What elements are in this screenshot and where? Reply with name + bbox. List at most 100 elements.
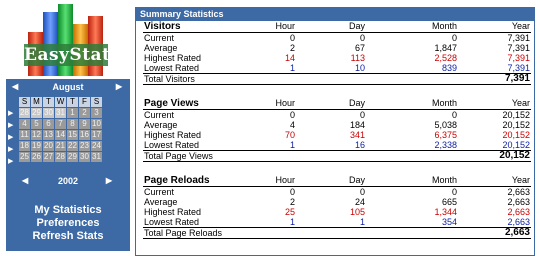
total-row: Total Page Views 20,152 [143,150,531,162]
week-select-arrow-icon[interactable]: ▶ [8,108,16,120]
section-header-row: Visitors Hour Day Month Year [143,21,531,33]
calendar-day[interactable]: 6 [42,118,55,130]
calendar-day[interactable]: 15 [66,129,79,141]
calendar-year-header: ◀ 2002 ▶ [6,176,130,187]
calendar-day[interactable]: 1 [66,107,79,119]
page-views-section: Page Views Hour Day Month Year Current 0… [143,98,531,171]
table-row: Highest Rated 25 105 1,344 2,663 [143,207,531,217]
calendar-day[interactable]: 14 [54,129,67,141]
calendar-day[interactable]: 11 [18,129,31,141]
weekday-label: W [54,96,67,108]
my-statistics-link[interactable]: My Statistics [6,204,130,217]
calendar-day[interactable]: 21 [54,140,67,152]
year-value: 20,152 [502,110,530,120]
column-header-day: Day [348,175,365,185]
hour-value: 1 [289,217,295,227]
calendar-day[interactable]: 5 [30,118,43,130]
calendar-day[interactable]: 20 [42,140,55,152]
column-header-year: Year [511,98,530,108]
day-value: 113 [350,53,365,63]
month-value: 839 [441,63,457,73]
section-title: Page Views [144,98,199,109]
calendar-day[interactable]: 22 [66,140,79,152]
total-row: Total Page Reloads 2,663 [143,227,531,239]
calendar-day[interactable]: 27 [42,151,55,163]
panel-title: Summary Statistics [136,8,534,21]
table-row: Highest Rated 14 113 2,528 7,391 [143,53,531,63]
column-header-day: Day [348,21,365,31]
calendar-day[interactable]: 25 [18,151,31,163]
total-label: Total Page Views [144,151,213,161]
table-row: Lowest Rated 1 1 354 2,663 [143,217,531,227]
calendar-day[interactable]: 28 [18,107,31,119]
calendar-day[interactable]: 30 [42,107,55,119]
calendar-day[interactable]: 29 [66,151,79,163]
hour-value: 4 [289,120,295,130]
week-select-arrow-icon[interactable]: ▶ [8,144,16,156]
week-select-arrow-icon[interactable]: ▶ [8,132,16,144]
calendar-day[interactable]: 26 [30,151,43,163]
section-title: Page Reloads [144,175,210,186]
table-row: Average 4 184 5,038 20,152 [143,120,531,130]
row-label: Lowest Rated [144,217,200,227]
year-value: 2,663 [507,197,530,207]
calendar-day[interactable]: 18 [18,140,31,152]
table-row: Current 0 0 0 7,391 [143,33,531,43]
calendar-week-row: 4 5 6 7 8 9 10 [18,118,103,130]
calendar-day[interactable]: 31 [90,151,103,163]
row-label: Average [144,120,178,130]
calendar-day[interactable]: 19 [30,140,43,152]
month-value: 5,038 [434,120,457,130]
column-header-month: Month [431,98,457,108]
day-value: 0 [359,110,365,120]
table-row: Lowest Rated 1 10 839 7,391 [143,63,531,73]
row-label: Current [144,33,175,43]
week-select-arrow-icon[interactable]: ▶ [8,156,16,168]
hour-value: 1 [289,63,295,73]
calendar-day[interactable]: 17 [90,129,103,141]
total-value: 20,152 [499,150,530,161]
month-value: 0 [451,110,457,120]
next-year-arrow-icon[interactable]: ▶ [106,176,112,185]
calendar-grid: S M T W T F S 28 29 30 31 1 2 3 4 5 6 7 … [18,96,103,163]
calendar-day[interactable]: 12 [30,129,43,141]
month-value: 1,344 [434,207,457,217]
year-value: 7,391 [507,43,530,53]
preferences-link[interactable]: Preferences [6,217,130,230]
month-value: 665 [441,197,457,207]
week-select-arrow-icon[interactable]: ▶ [8,120,16,132]
column-header-hour: Hour [275,21,295,31]
calendar-week-row: 28 29 30 31 1 2 3 [18,107,103,119]
hour-value: 2 [289,43,295,53]
weekday-label: S [18,96,31,108]
calendar-day[interactable]: 23 [78,140,91,152]
calendar-day[interactable]: 10 [90,118,103,130]
table-row: Current 0 0 0 20,152 [143,110,531,120]
calendar-day[interactable]: 8 [66,118,79,130]
month-value: 1,847 [434,43,457,53]
visitors-section: Visitors Hour Day Month Year Current 0 0… [143,21,531,94]
month-value: 2,528 [434,53,457,63]
row-label: Highest Rated [144,130,202,140]
easystat-logo: EasyStat [24,2,110,78]
calendar-day[interactable]: 31 [54,107,67,119]
calendar-day[interactable]: 28 [54,151,67,163]
calendar-day[interactable]: 24 [90,140,103,152]
calendar-day[interactable]: 29 [30,107,43,119]
calendar-day[interactable]: 7 [54,118,67,130]
calendar-day[interactable]: 13 [42,129,55,141]
calendar-day[interactable]: 9 [78,118,91,130]
year-value: 20,152 [502,140,530,150]
calendar-day[interactable]: 30 [78,151,91,163]
calendar-day[interactable]: 16 [78,129,91,141]
table-row: Lowest Rated 1 16 2,338 20,152 [143,140,531,150]
column-header-year: Year [511,21,530,31]
next-month-arrow-icon[interactable]: ▶ [116,82,122,91]
calendar-day[interactable]: 3 [90,107,103,119]
calendar-day[interactable]: 4 [18,118,31,130]
day-value: 341 [349,130,365,140]
day-value: 0 [359,33,365,43]
section-title: Visitors [144,21,181,32]
calendar-day[interactable]: 2 [78,107,91,119]
refresh-stats-link[interactable]: Refresh Stats [6,230,130,243]
